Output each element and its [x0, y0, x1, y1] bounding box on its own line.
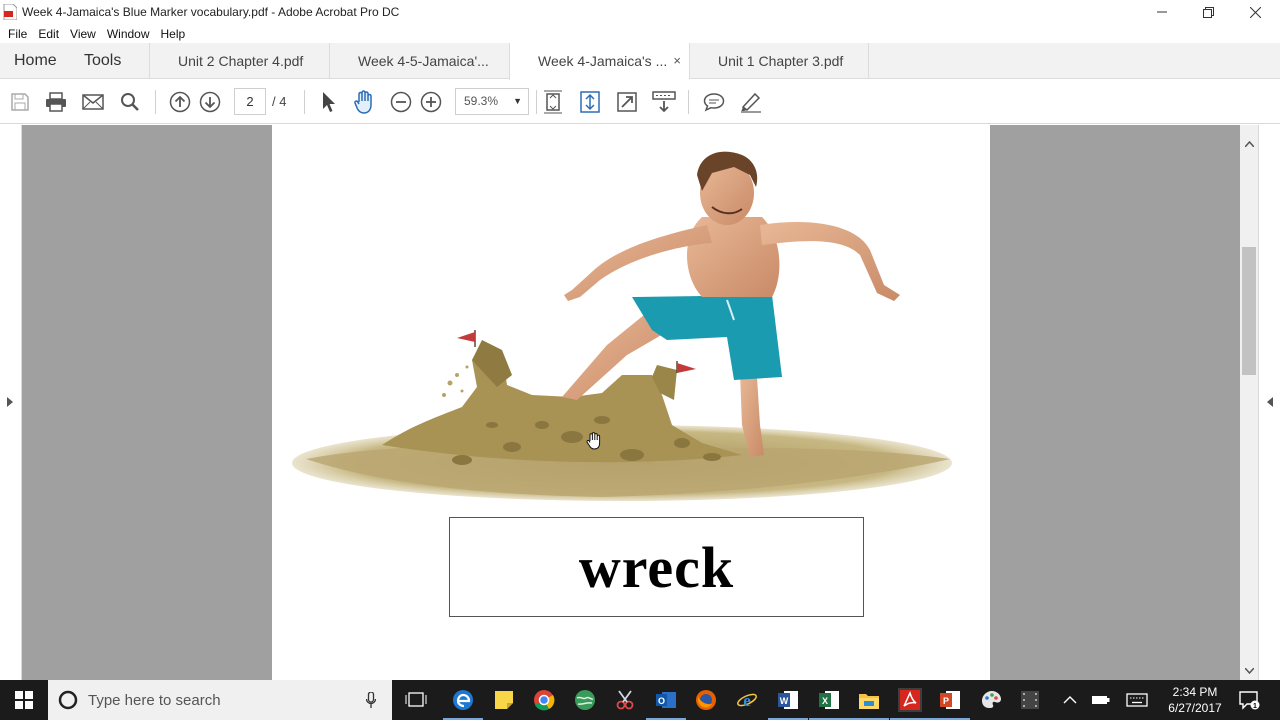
windows-logo-icon	[15, 691, 33, 709]
fit-page-icon[interactable]	[540, 89, 566, 115]
minimize-button[interactable]	[1139, 0, 1185, 24]
keyboard-icon[interactable]	[1125, 688, 1149, 712]
hand-cursor-icon	[586, 432, 601, 450]
vocabulary-word-box: wreck	[449, 517, 864, 617]
search-placeholder: Type here to search	[88, 692, 221, 709]
select-cursor-icon[interactable]	[315, 89, 341, 115]
scroll-down-icon	[1245, 668, 1254, 674]
window-title: Week 4-Jamaica's Blue Marker vocabulary.…	[22, 5, 400, 19]
svg-text:1: 1	[1253, 703, 1257, 710]
tab-bar: Home Tools Unit 2 Chapter 4.pdf Week 4-5…	[0, 43, 1280, 80]
acrobat-app-icon	[3, 3, 18, 21]
expand-left-icon	[7, 397, 13, 407]
zoom-value: 59.3%	[464, 94, 499, 108]
tab-close-icon[interactable]: ×	[673, 43, 681, 79]
powerpoint-icon[interactable]: P	[930, 688, 970, 720]
zoom-in-icon[interactable]	[418, 89, 444, 115]
excel-icon[interactable]: X	[809, 688, 849, 720]
doc-tab-week4-5[interactable]: Week 4-5-Jamaica'...	[329, 43, 509, 79]
doc-tab-label: Week 4-Jamaica's ...	[538, 53, 668, 69]
menu-view[interactable]: View	[70, 27, 96, 41]
menu-bar: File Edit View Window Help	[0, 24, 1280, 43]
svg-text:e: e	[743, 691, 751, 710]
vocabulary-word: wreck	[578, 534, 735, 600]
toolbar-divider	[304, 90, 305, 114]
battery-icon[interactable]	[1089, 688, 1113, 712]
svg-text:P: P	[943, 696, 949, 706]
svg-text:W: W	[780, 696, 789, 706]
edge-icon[interactable]	[443, 688, 483, 720]
doc-tab-label: Unit 1 Chapter 3.pdf	[718, 53, 844, 69]
action-center-icon[interactable]: 1	[1237, 688, 1261, 712]
search-icon[interactable]	[117, 89, 143, 115]
cortana-icon	[58, 690, 78, 710]
page-number-input[interactable]: 2	[234, 88, 266, 115]
doc-tab-unit1-chapter3[interactable]: Unit 1 Chapter 3.pdf	[689, 43, 869, 79]
acrobat-taskbar-icon[interactable]	[890, 688, 930, 720]
restore-button[interactable]	[1185, 0, 1231, 24]
right-pane-toggle[interactable]	[1258, 125, 1280, 680]
scroll-up-icon	[1245, 141, 1254, 147]
page-total: / 4	[272, 94, 287, 109]
full-screen-icon[interactable]	[614, 89, 640, 115]
clock-time: 2:34 PM	[1172, 685, 1218, 699]
zoom-out-icon[interactable]	[388, 89, 414, 115]
title-bar: Week 4-Jamaica's Blue Marker vocabulary.…	[0, 0, 1280, 24]
start-button[interactable]	[0, 680, 48, 720]
tab-tools[interactable]: Tools	[84, 43, 121, 79]
doc-tab-unit2-chapter4[interactable]: Unit 2 Chapter 4.pdf	[149, 43, 329, 79]
menu-file[interactable]: File	[8, 27, 27, 41]
chevron-down-icon: ▼	[513, 96, 522, 106]
zoom-select[interactable]: 59.3% ▼	[455, 88, 529, 115]
snipping-tool-icon[interactable]	[613, 688, 637, 712]
expand-right-icon	[1267, 397, 1273, 407]
outlook-icon[interactable]: O	[646, 688, 686, 720]
comment-icon[interactable]	[701, 89, 727, 115]
microphone-icon	[366, 692, 376, 708]
menu-help[interactable]: Help	[161, 27, 186, 41]
taskbar: Type here to search O e W X P 2:34 PM 6/…	[0, 680, 1280, 720]
doc-tab-label: Unit 2 Chapter 4.pdf	[178, 53, 304, 69]
internet-explorer-icon[interactable]: e	[735, 688, 759, 712]
task-view-icon[interactable]	[404, 688, 428, 712]
toolbar-divider	[155, 90, 156, 114]
system-clock[interactable]: 2:34 PM 6/27/2017	[1160, 684, 1230, 716]
taskbar-search-box[interactable]: Type here to search	[48, 680, 392, 720]
previous-page-icon[interactable]	[167, 89, 193, 115]
close-window-button[interactable]	[1232, 0, 1278, 24]
firefox-icon[interactable]	[694, 688, 718, 712]
print-icon[interactable]	[43, 89, 69, 115]
svg-text:O: O	[658, 696, 665, 706]
vertical-scrollbar[interactable]	[1240, 125, 1258, 680]
toolbar	[0, 80, 1280, 124]
svg-text:X: X	[822, 696, 828, 706]
sticky-notes-icon[interactable]	[492, 688, 516, 712]
highlight-pen-icon[interactable]	[738, 89, 764, 115]
chrome-icon[interactable]	[532, 688, 556, 712]
doc-tab-week4-active[interactable]: Week 4-Jamaica's ... ×	[509, 43, 689, 80]
show-hidden-icons-chevron-icon[interactable]	[1058, 688, 1082, 712]
read-mode-icon[interactable]	[651, 89, 677, 115]
next-page-icon[interactable]	[197, 89, 223, 115]
left-pane-toggle[interactable]	[0, 125, 22, 680]
video-app-icon[interactable]	[1018, 688, 1042, 712]
doc-tab-label: Week 4-5-Jamaica'...	[358, 53, 489, 69]
scrollbar-thumb[interactable]	[1242, 247, 1256, 375]
menu-window[interactable]: Window	[107, 27, 150, 41]
email-icon[interactable]	[80, 89, 106, 115]
hand-tool-icon[interactable]	[351, 89, 377, 115]
clock-date: 6/27/2017	[1168, 701, 1222, 715]
word-icon[interactable]: W	[768, 688, 808, 720]
paint-app-icon[interactable]	[979, 688, 1003, 712]
globe-app-icon[interactable]	[573, 688, 597, 712]
tab-home[interactable]: Home	[14, 43, 57, 79]
save-icon[interactable]	[7, 89, 33, 115]
toolbar-divider	[536, 90, 537, 114]
file-explorer-icon[interactable]	[849, 688, 889, 720]
marquee-zoom-icon[interactable]	[577, 89, 603, 115]
menu-edit[interactable]: Edit	[38, 27, 59, 41]
toolbar-divider	[688, 90, 689, 114]
